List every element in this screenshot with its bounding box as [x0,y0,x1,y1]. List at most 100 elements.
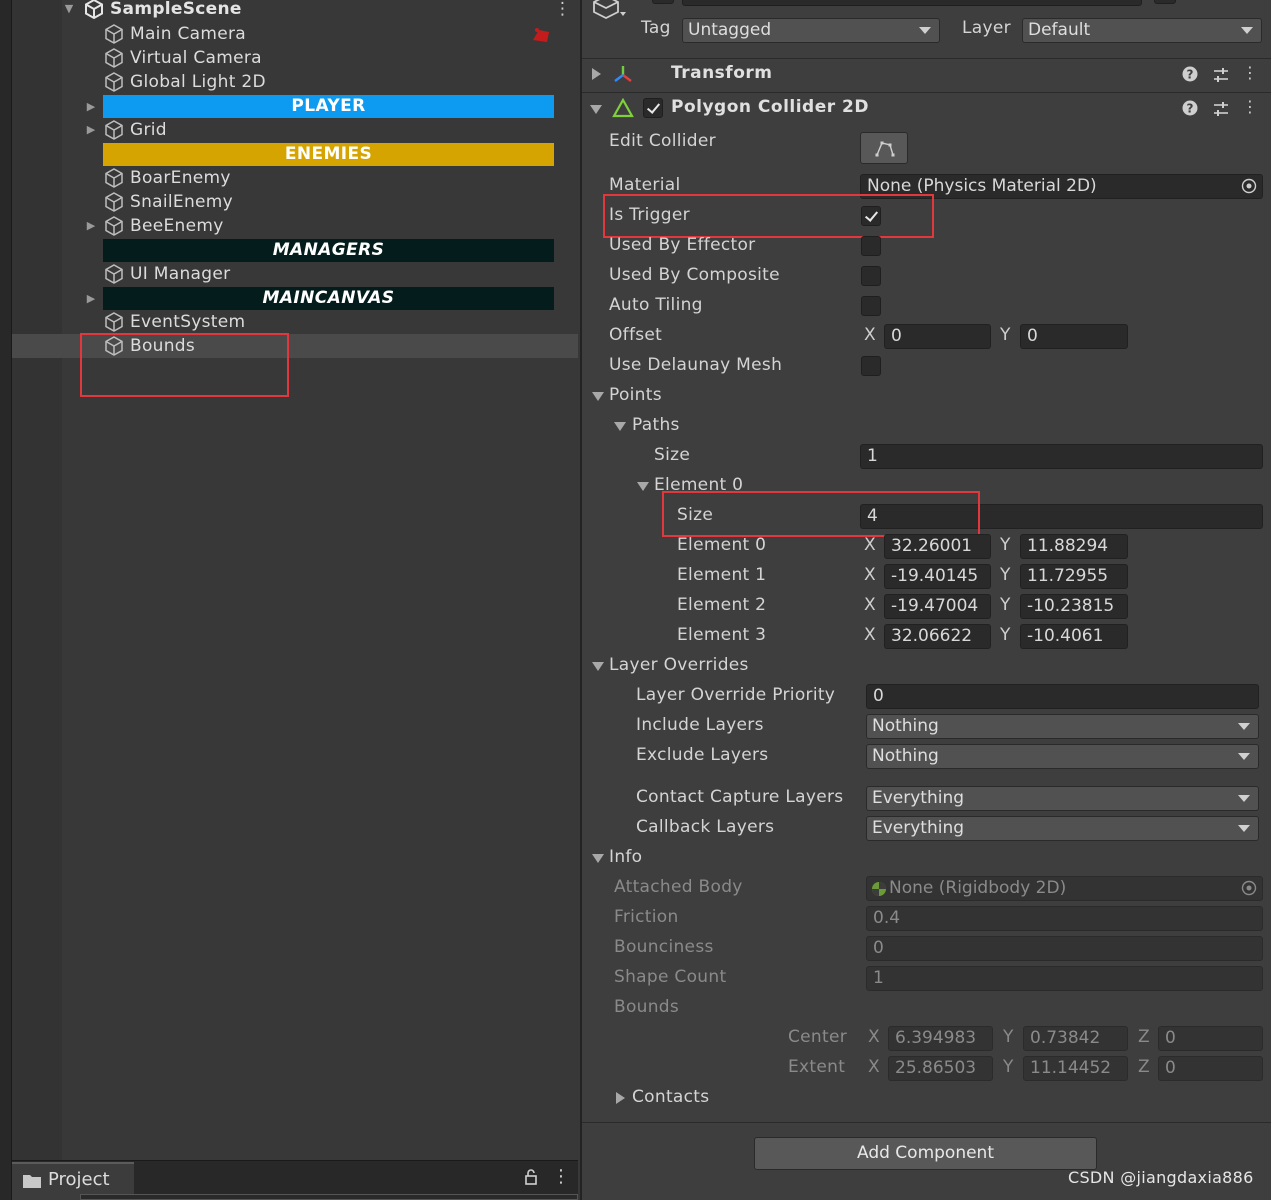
point-x-field[interactable]: -19.47004 [884,594,991,619]
point-x-field[interactable]: 32.06622 [884,624,991,649]
fold-arrow-icon[interactable]: ▶ [84,95,98,119]
point-y-field[interactable]: 11.88294 [1020,534,1128,559]
point-x-field[interactable]: 32.26001 [884,534,991,559]
object-picker-icon[interactable] [1241,178,1257,194]
point-x-field[interactable]: -19.40145 [884,564,991,589]
fold-arrow-icon[interactable]: ▶ [84,214,98,238]
polygon-collider-header[interactable]: Polygon Collider 2D ? ⋮ [582,92,1271,124]
lock-icon[interactable] [524,1168,538,1186]
layer-override-priority-field[interactable]: 0 [866,684,1259,709]
contacts-foldout[interactable]: Contacts [632,1087,709,1107]
auto-tiling-checkbox[interactable] [861,296,881,316]
info-foldout[interactable]: Info [609,847,642,867]
kebab-menu-icon[interactable]: ⋮ [552,1166,570,1187]
center-y-value: 0.73842 [1030,1028,1101,1048]
annotation-box-is-trigger [603,194,934,238]
extent-x-field: 25.86503 [888,1056,993,1081]
transform-component-header[interactable]: Transform ? ⋮ [582,58,1271,90]
collider-enabled-checkbox[interactable] [643,98,663,118]
edit-collider-button[interactable] [860,132,908,164]
callback-layers-dropdown[interactable]: Everything [866,816,1259,841]
hierarchy-header-managers[interactable]: MANAGERS [103,239,554,262]
fold-arrow-icon[interactable] [616,1092,625,1104]
offset-x-field[interactable]: 0 [884,324,991,349]
point-y-field[interactable]: 11.72955 [1020,564,1128,589]
contact-capture-dropdown[interactable]: Everything [866,786,1259,811]
help-icon[interactable]: ? [1182,66,1198,82]
gameobject-cube-icon [105,24,123,44]
hierarchy-item-ui-manager[interactable]: UI Manager [62,262,578,286]
watermark: CSDN @jiangdaxia886 [1068,1168,1254,1187]
hierarchy-header-maincanvas[interactable]: MAINCANVAS [103,287,554,310]
tag-dropdown[interactable]: Untagged [682,18,940,43]
scene-row[interactable]: ▼ SampleScene ⋮ [62,0,578,21]
hierarchy-item-virtual-camera[interactable]: Virtual Camera [62,46,578,70]
point-y-field[interactable]: -10.4061 [1020,624,1128,649]
shape-count-label: Shape Count [614,967,727,987]
chevron-down-icon [1241,27,1253,34]
hierarchy-item-event-system[interactable]: EventSystem [62,310,578,334]
bounciness-value: 0 [873,938,884,958]
active-checkbox[interactable] [652,0,674,4]
add-component-button[interactable]: Add Component [754,1137,1097,1170]
hierarchy-item-boar-enemy[interactable]: BoarEnemy [62,166,578,190]
paths-foldout[interactable]: Paths [632,415,680,435]
fold-arrow-icon[interactable] [614,422,626,431]
shape-count-value: 1 [873,968,884,988]
points-foldout[interactable]: Points [609,385,662,405]
fold-arrow-icon[interactable]: ▶ [84,118,98,142]
kebab-menu-icon[interactable]: ⋮ [1242,63,1258,82]
hierarchy-item-bee-enemy[interactable]: ▶ BeeEnemy [62,214,578,238]
tag-label: Tag [641,18,671,38]
use-delaunay-checkbox[interactable] [861,356,881,376]
point-x-value: -19.40145 [891,566,979,586]
offset-y-field[interactable]: 0 [1020,324,1128,349]
preset-icon[interactable] [1212,66,1230,84]
point-y-field[interactable]: -10.23815 [1020,594,1128,619]
hierarchy-header-enemies[interactable]: ENEMIES [103,143,554,166]
used-by-effector-checkbox[interactable] [861,236,881,256]
fold-arrow-icon[interactable] [592,68,601,80]
help-icon[interactable]: ? [1182,100,1198,116]
hierarchy-item-label: Virtual Camera [130,48,262,68]
exclude-layers-dropdown[interactable]: Nothing [866,744,1259,769]
kebab-menu-icon[interactable]: ⋮ [554,0,571,21]
hierarchy-header-player[interactable]: PLAYER [103,95,554,118]
svg-text:?: ? [1187,68,1194,82]
static-checkbox[interactable] [1154,0,1176,4]
axis-y-label: Y [1000,535,1011,555]
attached-body-value: None (Rigidbody 2D) [889,878,1067,898]
fold-arrow-icon[interactable] [592,392,604,401]
layer-overrides-foldout[interactable]: Layer Overrides [609,655,749,675]
layer-dropdown[interactable]: Default [1022,18,1262,43]
point-y-value: -10.23815 [1027,596,1115,616]
axis-x-label: X [864,535,876,555]
fold-arrow-icon[interactable]: ▶ [84,287,98,311]
fold-arrow-icon[interactable] [590,105,602,114]
friction-field: 0.4 [866,906,1263,931]
hierarchy-item-label: EventSystem [130,312,246,332]
fold-arrow-icon[interactable] [592,662,604,671]
fold-arrow-icon[interactable] [637,482,649,491]
hierarchy-item-global-light[interactable]: Global Light 2D [62,70,578,94]
center-y-field: 0.73842 [1023,1026,1128,1051]
fold-arrow-icon[interactable]: ▼ [62,0,76,21]
transform-icon [614,66,632,82]
used-by-composite-checkbox[interactable] [861,266,881,286]
name-field[interactable] [682,0,1142,6]
folder-icon [23,1175,41,1188]
used-by-effector-label: Used By Effector [609,235,756,255]
hierarchy-item-snail-enemy[interactable]: SnailEnemy [62,190,578,214]
exclude-layers-value: Nothing [872,746,939,766]
rigidbody-icon [872,882,886,896]
preset-icon[interactable] [1212,100,1230,118]
exclude-layers-label: Exclude Layers [636,745,769,765]
hierarchy-item-grid[interactable]: ▶ Grid [62,118,578,142]
extent-y-value: 11.14452 [1030,1058,1112,1078]
hierarchy-item-main-camera[interactable]: Main Camera [62,22,578,46]
fold-arrow-icon[interactable] [592,854,604,863]
paths-size-field[interactable]: 1 [860,444,1263,469]
include-layers-dropdown[interactable]: Nothing [866,714,1259,739]
axis-y-label: Y [1000,325,1011,345]
kebab-menu-icon[interactable]: ⋮ [1242,97,1258,116]
